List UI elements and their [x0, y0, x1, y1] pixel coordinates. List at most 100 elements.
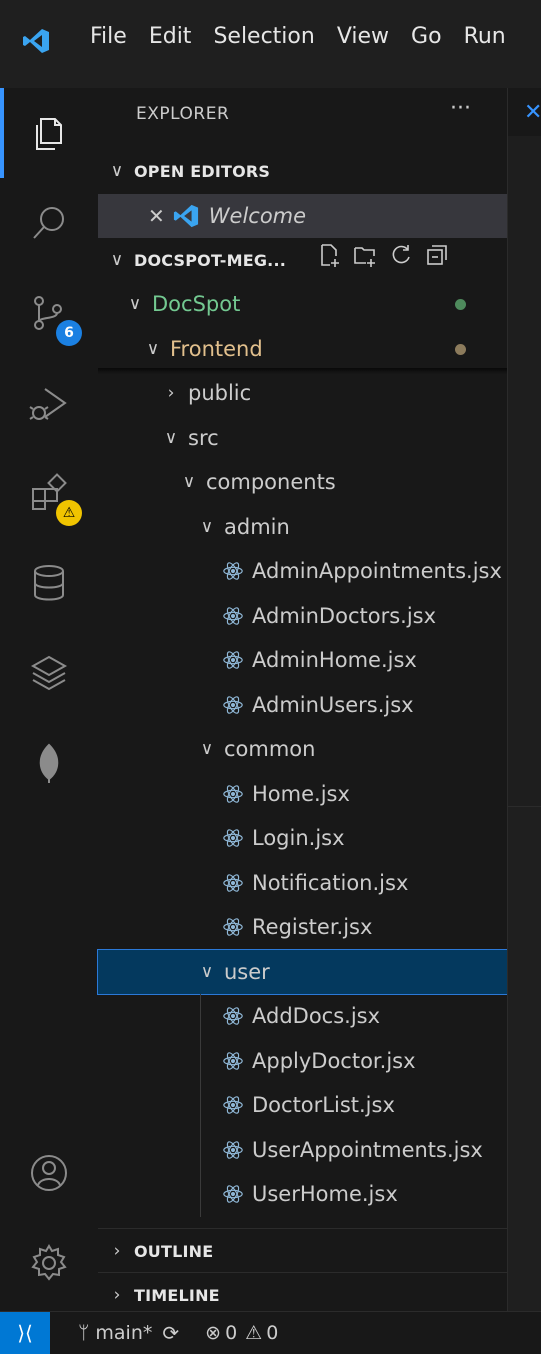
title-bar: File Edit Selection View Go Run	[0, 0, 541, 88]
activity-layers[interactable]	[0, 628, 98, 718]
new-folder-icon[interactable]	[352, 242, 378, 268]
activity-manage[interactable]	[0, 1218, 98, 1308]
file-label: Notification.jsx	[252, 870, 409, 895]
folder-item[interactable]: ∨ user	[97, 948, 508, 995]
file-item[interactable]: AdminUsers.jsx	[98, 683, 507, 727]
refresh-icon[interactable]	[388, 242, 414, 268]
workspace-label: DOCSPOT-MEG...	[134, 250, 286, 270]
chevron-right-icon: ›	[113, 1285, 121, 1305]
react-icon	[223, 651, 243, 669]
warning-icon: ⚠	[245, 1322, 263, 1344]
chevron-down-icon: ∨	[164, 427, 178, 448]
chevron-down-icon: ∨	[128, 294, 142, 314]
activity-explorer[interactable]	[0, 88, 98, 178]
workspace-section[interactable]: ∨ DOCSPOT-MEG...	[98, 238, 507, 282]
open-editors-section[interactable]: ∨ OPEN EDITORS	[98, 149, 507, 193]
menu-file[interactable]: File	[90, 24, 127, 49]
file-label: AdminDoctors.jsx	[252, 603, 437, 628]
activity-source-control[interactable]: 6	[0, 268, 98, 358]
chevron-down-icon: ∨	[200, 516, 214, 537]
activity-bar: 6 ⚠	[0, 88, 98, 1311]
folder-item[interactable]: ∨ admin	[98, 505, 507, 549]
file-item[interactable]: UserAppointments.jsx	[98, 1128, 507, 1172]
folder-label: admin	[224, 514, 290, 539]
file-item[interactable]: ApplyDoctor.jsx	[98, 1039, 507, 1083]
folder-label: src	[188, 425, 219, 450]
file-item[interactable]: Notification.jsx	[98, 861, 507, 905]
file-item[interactable]: AddDocs.jsx	[98, 994, 507, 1038]
folder-item[interactable]: ∨ DocSpot	[98, 282, 507, 326]
collapse-all-icon[interactable]	[424, 242, 450, 268]
react-icon	[223, 1051, 243, 1070]
timeline-label: TIMELINE	[134, 1285, 220, 1305]
outline-section[interactable]: › OUTLINE	[98, 1228, 507, 1273]
error-count[interactable]: 0	[225, 1322, 237, 1344]
gear-icon	[31, 1244, 67, 1281]
react-icon	[223, 918, 243, 936]
menu-go[interactable]: Go	[411, 24, 442, 49]
new-file-icon[interactable]	[316, 242, 342, 268]
activity-mongodb[interactable]	[0, 718, 98, 808]
sync-icon[interactable]: ⟳	[162, 1321, 179, 1345]
menu-selection[interactable]: Selection	[213, 24, 314, 49]
file-label: UserHome.jsx	[252, 1182, 398, 1206]
layers-icon	[30, 655, 68, 691]
activity-search[interactable]	[0, 178, 98, 268]
menu-edit[interactable]: Edit	[149, 24, 192, 49]
react-icon	[223, 873, 243, 892]
explorer-title: EXPLORER	[136, 104, 230, 124]
folder-item[interactable]: ∨ Frontend	[98, 327, 507, 371]
file-item[interactable]: AdminAppointments.jsx	[98, 549, 507, 593]
editor-pane[interactable]	[508, 136, 541, 807]
scm-count-badge: 6	[56, 320, 82, 346]
leaf-icon	[39, 743, 59, 783]
file-item[interactable]: AdminDoctors.jsx	[98, 594, 507, 638]
scroll-shadow	[98, 368, 507, 374]
folder-label: DocSpot	[152, 292, 241, 316]
react-icon	[223, 1096, 243, 1114]
remote-icon[interactable]: ⟩⟨	[0, 1312, 50, 1354]
react-icon	[223, 1185, 243, 1203]
folder-item[interactable]: ∨ common	[98, 727, 507, 771]
chevron-right-icon: ›	[167, 383, 175, 403]
activity-accounts[interactable]	[0, 1128, 98, 1218]
warning-count[interactable]: 0	[266, 1322, 278, 1344]
menu-run[interactable]: Run	[464, 24, 506, 49]
activity-run-debug[interactable]	[0, 358, 98, 448]
chevron-down-icon: ∨	[200, 961, 214, 982]
chevron-down-icon: ∨	[200, 739, 214, 759]
menu-view[interactable]: View	[337, 24, 389, 49]
vscode-logo-icon	[23, 29, 49, 53]
outline-label: OUTLINE	[134, 1241, 214, 1261]
menu-bar: File Edit Selection View Go Run	[90, 24, 528, 49]
react-icon	[223, 829, 243, 847]
file-item[interactable]: Home.jsx	[98, 772, 507, 816]
branch-icon: ᛘ	[78, 1322, 90, 1344]
more-actions-button[interactable]: ···	[450, 96, 471, 121]
activity-database[interactable]	[0, 538, 98, 628]
react-icon	[223, 1007, 243, 1025]
folder-label: public	[188, 381, 252, 405]
status-bar: ⟩⟨ ᛘ main* ⟳ ⊗ 0 ⚠ 0	[0, 1311, 541, 1354]
branch-name[interactable]: main*	[95, 1322, 152, 1344]
folder-item[interactable]: › public	[98, 371, 507, 415]
open-editor-item[interactable]: ✕ Welcome	[98, 194, 507, 238]
folder-label: Frontend	[170, 336, 263, 361]
file-label: DoctorList.jsx	[252, 1093, 395, 1117]
file-item[interactable]: AdminHome.jsx	[98, 638, 507, 682]
editor-area: ✕	[507, 88, 541, 1311]
file-item[interactable]: DoctorList.jsx	[98, 1083, 507, 1127]
react-icon	[223, 606, 243, 625]
open-editors-label: OPEN EDITORS	[134, 161, 271, 181]
vscode-logo-icon[interactable]: ✕	[524, 100, 541, 125]
close-icon[interactable]: ✕	[148, 204, 165, 228]
git-status-dot	[455, 343, 466, 355]
file-item[interactable]: Register.jsx	[98, 905, 507, 949]
folder-item[interactable]: ∨ components	[98, 460, 507, 504]
activity-extensions[interactable]: ⚠	[0, 448, 98, 538]
file-item[interactable]: UserHome.jsx	[98, 1172, 507, 1216]
file-item[interactable]: Login.jsx	[98, 816, 507, 860]
folder-item[interactable]: ∨ src	[98, 416, 507, 460]
database-icon	[34, 565, 64, 601]
search-icon	[33, 207, 64, 239]
